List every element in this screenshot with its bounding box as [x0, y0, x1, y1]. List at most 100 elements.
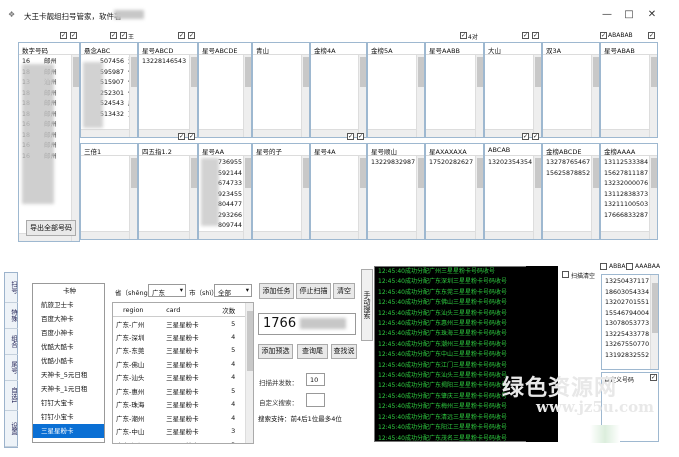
scroll-thumb[interactable]: [593, 158, 599, 188]
option-checkbox[interactable]: ✓: [357, 133, 364, 140]
table-row[interactable]: 广东-东莞 三星星粉卡 5: [113, 344, 247, 358]
region-column-header[interactable]: card: [163, 303, 220, 317]
cell-scrollbar[interactable]: [358, 156, 366, 239]
option-checkbox[interactable]: ✓: [522, 133, 529, 140]
table-row[interactable]: 广东-江门三星星粉卡3: [113, 438, 247, 443]
abba-checkbox[interactable]: [600, 263, 607, 270]
export-all-button[interactable]: 导出全部号码: [26, 220, 76, 236]
scan-count-input[interactable]: 10: [306, 373, 325, 386]
cell-h-scrollbar[interactable]: [601, 129, 649, 137]
cell-h-scrollbar[interactable]: [485, 231, 533, 239]
cell-scrollbar[interactable]: [189, 156, 197, 239]
custom-search-input[interactable]: [306, 393, 325, 407]
query-tail-button[interactable]: 查询尾: [297, 344, 328, 359]
table-row[interactable]: 广东-广州 三星星粉卡 5: [113, 317, 247, 331]
scroll-thumb[interactable]: [535, 158, 541, 188]
card-list-item[interactable]: 钉钉大宝卡: [33, 396, 104, 410]
card-list-item[interactable]: 天神卡_5元日租: [33, 368, 104, 382]
option-checkbox[interactable]: ✓: [532, 32, 539, 39]
region-scrollbar[interactable]: [245, 303, 253, 443]
scroll-thumb[interactable]: [651, 57, 657, 87]
add-preset-button[interactable]: 添加预选: [258, 344, 293, 359]
option-checkbox[interactable]: ✓: [120, 32, 127, 39]
cell-h-scrollbar[interactable]: [139, 231, 189, 239]
cell-h-scrollbar[interactable]: [543, 231, 591, 239]
phone-number-input[interactable]: 1766: [258, 313, 356, 335]
cell-scrollbar[interactable]: [416, 55, 424, 137]
scroll-thumb[interactable]: [360, 158, 366, 188]
tab-combo[interactable]: 组合: [5, 329, 18, 355]
cell-scrollbar[interactable]: [649, 156, 657, 239]
scroll-thumb[interactable]: [245, 57, 251, 87]
scroll-thumb[interactable]: [418, 57, 424, 87]
cell-scrollbar[interactable]: [475, 55, 483, 137]
cell-scrollbar[interactable]: [301, 55, 309, 137]
cell-h-scrollbar[interactable]: [601, 231, 649, 239]
option-checkbox[interactable]: ✓: [60, 32, 67, 39]
cell-scrollbar[interactable]: [243, 156, 251, 239]
card-list-item[interactable]: 优酷小酷卡: [33, 354, 104, 368]
cell-scrollbar[interactable]: [189, 55, 197, 137]
cell-h-scrollbar[interactable]: [311, 231, 358, 239]
tab-tail[interactable]: 尾号: [5, 355, 18, 381]
cell-scrollbar[interactable]: [591, 55, 599, 137]
cell-h-scrollbar[interactable]: [543, 129, 591, 137]
option-checkbox[interactable]: ✓: [188, 32, 195, 39]
scroll-thumb[interactable]: [191, 158, 197, 188]
region-column-header[interactable]: 次数: [219, 303, 247, 317]
scroll-thumb[interactable]: [477, 158, 483, 188]
right-scrollbar[interactable]: [650, 275, 658, 369]
option-checkbox[interactable]: ✓: [178, 32, 185, 39]
card-list-item[interactable]: 百度大神卡: [33, 312, 104, 326]
card-list-item[interactable]: 三星星粉卡: [33, 424, 104, 438]
option-checkbox[interactable]: ✓: [648, 32, 655, 39]
table-row[interactable]: 广东-珠海 三星星粉卡 4: [113, 398, 247, 412]
tab-custom1[interactable]: 自选1: [5, 381, 18, 411]
scroll-thumb[interactable]: [593, 57, 599, 87]
table-row[interactable]: 广东-深圳 三星星粉卡 4: [113, 330, 247, 344]
auto-clear-checkbox[interactable]: [562, 271, 569, 278]
cell-scrollbar[interactable]: [533, 156, 541, 239]
card-list-item[interactable]: 天神卡_1元日租: [33, 382, 104, 396]
query-search-button[interactable]: 查找说: [331, 344, 357, 359]
region-column-header[interactable]: region: [113, 303, 164, 317]
cell-h-scrollbar[interactable]: [199, 129, 243, 137]
cell-scrollbar[interactable]: [129, 156, 137, 239]
aaabaa-checkbox[interactable]: [626, 263, 633, 270]
cell-h-scrollbar[interactable]: [368, 129, 416, 137]
card-list-item[interactable]: 优酷大酷卡: [33, 340, 104, 354]
cell-h-scrollbar[interactable]: [426, 231, 475, 239]
table-row[interactable]: 广东-佛山 三星星粉卡 4: [113, 357, 247, 371]
manual-search-button[interactable]: 手动搜索: [361, 269, 373, 341]
tab-scan[interactable]: 扫号: [5, 273, 18, 303]
table-row[interactable]: 广东-中山 三星星粉卡 3: [113, 425, 247, 439]
cell-h-scrollbar[interactable]: [199, 231, 243, 239]
cell-h-scrollbar[interactable]: [253, 231, 301, 239]
cell-h-scrollbar[interactable]: [81, 129, 129, 137]
cell-scrollbar[interactable]: [416, 156, 424, 239]
custom-tail-checkbox[interactable]: ✓: [650, 374, 657, 381]
scroll-thumb[interactable]: [303, 57, 309, 87]
scroll-thumb[interactable]: [418, 158, 424, 188]
option-checkbox[interactable]: ✓: [347, 133, 354, 140]
scroll-thumb[interactable]: [191, 57, 197, 87]
stop-scan-button[interactable]: 停止扫描: [296, 283, 331, 299]
scroll-thumb[interactable]: [535, 57, 541, 87]
scroll-thumb[interactable]: [651, 158, 657, 188]
option-checkbox[interactable]: ✓: [70, 32, 77, 39]
table-row[interactable]: 广东-潮州 三星星粉卡 4: [113, 411, 247, 425]
scroll-thumb[interactable]: [131, 158, 137, 188]
province-select[interactable]: 广东 ▾: [148, 284, 186, 297]
cell-h-scrollbar[interactable]: [368, 231, 416, 239]
scroll-thumb[interactable]: [477, 57, 483, 87]
scroll-thumb[interactable]: [131, 57, 137, 87]
clear-button[interactable]: 清空: [333, 283, 355, 299]
cell-scrollbar[interactable]: [358, 55, 366, 137]
option-checkbox[interactable]: ✓: [188, 133, 195, 140]
cell-scrollbar[interactable]: [243, 55, 251, 137]
card-list-item[interactable]: 航旅卫士卡: [33, 298, 104, 312]
cell-scrollbar[interactable]: [301, 156, 309, 239]
table-row[interactable]: 广东-汕头 三星星粉卡 4: [113, 371, 247, 385]
cell-scrollbar[interactable]: [129, 55, 137, 137]
table-row[interactable]: 广东-惠州 三星星粉卡 5: [113, 384, 247, 398]
